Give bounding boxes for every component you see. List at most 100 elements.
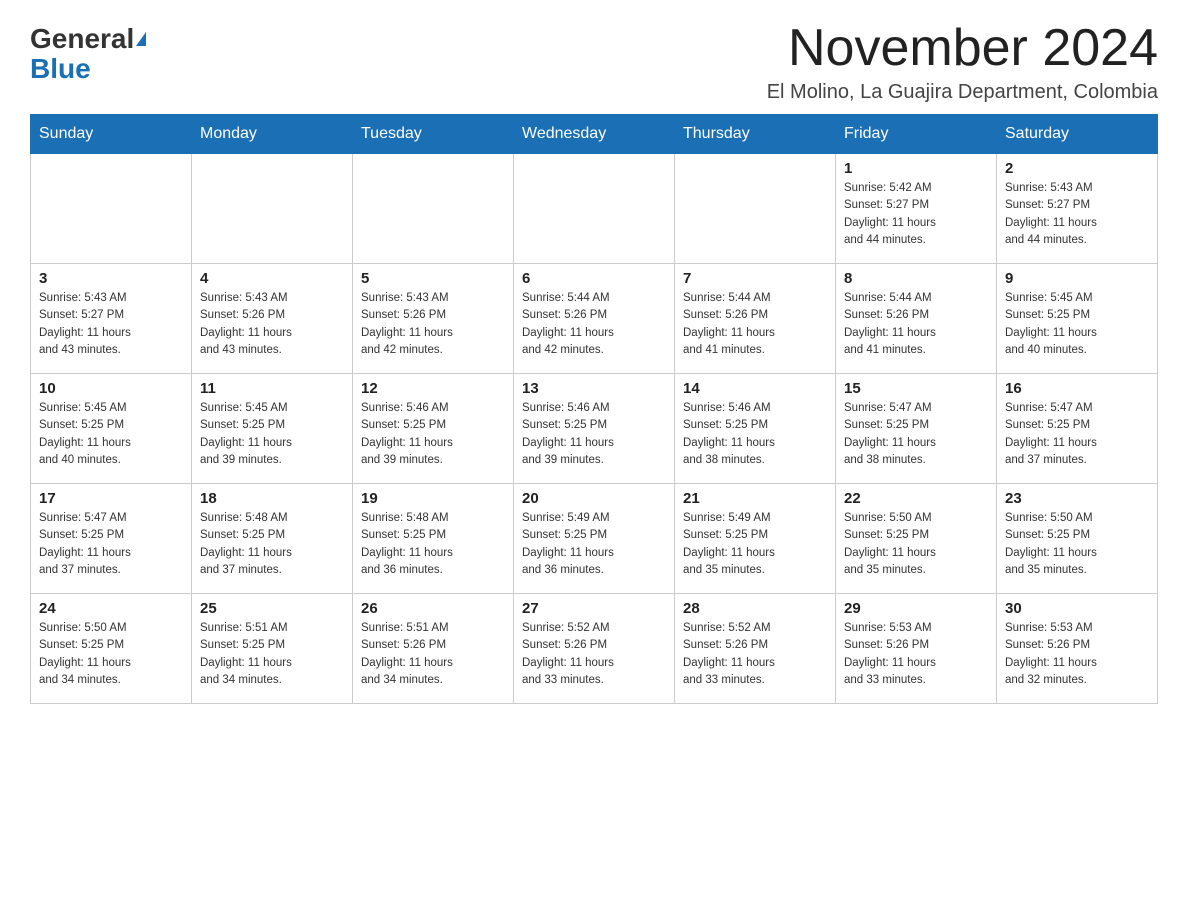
calendar-cell: 19 Sunrise: 5:48 AMSunset: 5:25 PMDayligh…	[353, 484, 514, 594]
calendar-cell: 22Sunrise: 5:50 AMSunset: 5:25 PMDayligh…	[836, 484, 997, 594]
calendar-cell: 4Sunrise: 5:43 AMSunset: 5:26 PMDaylight…	[192, 264, 353, 374]
day-info: Sunrise: 5:53 AMSunset: 5:26 PMDaylight:…	[844, 620, 988, 689]
calendar-cell: 25 Sunrise: 5:51 AMSunset: 5:25 PMDayligh…	[192, 594, 353, 704]
day-info: Sunrise: 5:46 AMSunset: 5:25 PMDaylight:…	[361, 400, 505, 469]
calendar-cell	[514, 154, 675, 264]
day-info: Sunrise: 5:43 AMSunset: 5:26 PMDaylight:…	[361, 290, 505, 359]
day-number: 10	[39, 380, 183, 397]
day-number: 6	[522, 270, 666, 287]
day-info: Sunrise: 5:50 AMSunset: 5:25 PMDaylight:…	[39, 620, 183, 689]
day-info: Sunrise: 5:46 AMSunset: 5:25 PMDaylight:…	[522, 400, 666, 469]
day-info: Sunrise: 5:52 AMSunset: 5:26 PMDaylight:…	[522, 620, 666, 689]
day-info: Sunrise: 5:44 AMSunset: 5:26 PMDaylight:…	[844, 290, 988, 359]
day-number: 26	[361, 600, 505, 617]
weekday-header-tuesday: Tuesday	[353, 115, 514, 154]
month-title: November 2024	[767, 20, 1158, 77]
day-number: 23	[1005, 490, 1149, 507]
calendar-cell: 10 Sunrise: 5:45 AMSunset: 5:25 PMDayligh…	[31, 374, 192, 484]
day-info: Sunrise: 5:52 AMSunset: 5:26 PMDaylight:…	[683, 620, 827, 689]
day-info: Sunrise: 5:47 AMSunset: 5:25 PMDaylight:…	[844, 400, 988, 469]
weekday-header-monday: Monday	[192, 115, 353, 154]
calendar-cell: 23Sunrise: 5:50 AMSunset: 5:25 PMDayligh…	[997, 484, 1158, 594]
day-number: 1	[844, 160, 988, 177]
day-info: Sunrise: 5:45 AMSunset: 5:25 PMDaylight:…	[200, 400, 344, 469]
day-number: 16	[1005, 380, 1149, 397]
calendar-cell: 16 Sunrise: 5:47 AMSunset: 5:25 PMDayligh…	[997, 374, 1158, 484]
day-number: 3	[39, 270, 183, 287]
calendar-cell: 29 Sunrise: 5:53 AMSunset: 5:26 PMDayligh…	[836, 594, 997, 704]
calendar-cell: 20 Sunrise: 5:49 AMSunset: 5:25 PMDayligh…	[514, 484, 675, 594]
day-number: 19	[361, 490, 505, 507]
day-number: 13	[522, 380, 666, 397]
calendar-cell: 14 Sunrise: 5:46 AMSunset: 5:25 PMDayligh…	[675, 374, 836, 484]
calendar-week-3: 10 Sunrise: 5:45 AMSunset: 5:25 PMDayligh…	[31, 374, 1158, 484]
calendar-week-4: 17Sunrise: 5:47 AMSunset: 5:25 PMDayligh…	[31, 484, 1158, 594]
day-number: 30	[1005, 600, 1149, 617]
calendar-week-1: 1 Sunrise: 5:42 AMSunset: 5:27 PMDaylight…	[31, 154, 1158, 264]
day-info: Sunrise: 5:42 AMSunset: 5:27 PMDaylight:…	[844, 180, 988, 249]
calendar-cell: 27Sunrise: 5:52 AMSunset: 5:26 PMDayligh…	[514, 594, 675, 704]
day-info: Sunrise: 5:51 AMSunset: 5:26 PMDaylight:…	[361, 620, 505, 689]
calendar-cell: 13 Sunrise: 5:46 AMSunset: 5:25 PMDayligh…	[514, 374, 675, 484]
day-number: 25	[200, 600, 344, 617]
weekday-header-saturday: Saturday	[997, 115, 1158, 154]
calendar-body: 1 Sunrise: 5:42 AMSunset: 5:27 PMDaylight…	[31, 154, 1158, 704]
day-info: Sunrise: 5:45 AMSunset: 5:25 PMDaylight:…	[1005, 290, 1149, 359]
calendar-cell: 8Sunrise: 5:44 AMSunset: 5:26 PMDaylight…	[836, 264, 997, 374]
weekday-header-sunday: Sunday	[31, 115, 192, 154]
day-info: Sunrise: 5:44 AMSunset: 5:26 PMDaylight:…	[522, 290, 666, 359]
day-info: Sunrise: 5:48 AMSunset: 5:25 PMDaylight:…	[361, 510, 505, 579]
day-number: 7	[683, 270, 827, 287]
calendar-cell: 12Sunrise: 5:46 AMSunset: 5:25 PMDayligh…	[353, 374, 514, 484]
page-header: General Blue November 2024 El Molino, La…	[30, 20, 1158, 104]
day-info: Sunrise: 5:43 AMSunset: 5:27 PMDaylight:…	[1005, 180, 1149, 249]
day-number: 21	[683, 490, 827, 507]
day-number: 18	[200, 490, 344, 507]
day-number: 15	[844, 380, 988, 397]
day-number: 5	[361, 270, 505, 287]
day-info: Sunrise: 5:49 AMSunset: 5:25 PMDaylight:…	[522, 510, 666, 579]
day-number: 14	[683, 380, 827, 397]
day-number: 28	[683, 600, 827, 617]
day-number: 29	[844, 600, 988, 617]
calendar-cell	[192, 154, 353, 264]
location: El Molino, La Guajira Department, Colomb…	[767, 81, 1158, 104]
day-info: Sunrise: 5:51 AMSunset: 5:25 PMDaylight:…	[200, 620, 344, 689]
calendar-cell	[353, 154, 514, 264]
day-number: 20	[522, 490, 666, 507]
calendar-header: SundayMondayTuesdayWednesdayThursdayFrid…	[31, 115, 1158, 154]
day-number: 17	[39, 490, 183, 507]
logo: General Blue	[30, 20, 146, 85]
logo-triangle-icon	[136, 32, 146, 46]
calendar-cell	[31, 154, 192, 264]
weekday-header-wednesday: Wednesday	[514, 115, 675, 154]
calendar-week-2: 3Sunrise: 5:43 AMSunset: 5:27 PMDaylight…	[31, 264, 1158, 374]
calendar-cell: 26 Sunrise: 5:51 AMSunset: 5:26 PMDayligh…	[353, 594, 514, 704]
calendar-cell: 1 Sunrise: 5:42 AMSunset: 5:27 PMDaylight…	[836, 154, 997, 264]
day-info: Sunrise: 5:45 AMSunset: 5:25 PMDaylight:…	[39, 400, 183, 469]
day-number: 4	[200, 270, 344, 287]
day-info: Sunrise: 5:44 AMSunset: 5:26 PMDaylight:…	[683, 290, 827, 359]
weekday-header-thursday: Thursday	[675, 115, 836, 154]
day-number: 24	[39, 600, 183, 617]
calendar-table: SundayMondayTuesdayWednesdayThursdayFrid…	[30, 114, 1158, 704]
calendar-cell: 18 Sunrise: 5:48 AMSunset: 5:25 PMDayligh…	[192, 484, 353, 594]
day-info: Sunrise: 5:50 AMSunset: 5:25 PMDaylight:…	[844, 510, 988, 579]
day-info: Sunrise: 5:47 AMSunset: 5:25 PMDaylight:…	[1005, 400, 1149, 469]
calendar-cell: 7 Sunrise: 5:44 AMSunset: 5:26 PMDaylight…	[675, 264, 836, 374]
calendar-cell: 21 Sunrise: 5:49 AMSunset: 5:25 PMDayligh…	[675, 484, 836, 594]
calendar-cell: 28 Sunrise: 5:52 AMSunset: 5:26 PMDayligh…	[675, 594, 836, 704]
calendar-cell: 30Sunrise: 5:53 AMSunset: 5:26 PMDayligh…	[997, 594, 1158, 704]
weekday-header-friday: Friday	[836, 115, 997, 154]
calendar-cell: 2Sunrise: 5:43 AMSunset: 5:27 PMDaylight…	[997, 154, 1158, 264]
day-info: Sunrise: 5:49 AMSunset: 5:25 PMDaylight:…	[683, 510, 827, 579]
calendar-cell: 24 Sunrise: 5:50 AMSunset: 5:25 PMDayligh…	[31, 594, 192, 704]
day-info: Sunrise: 5:48 AMSunset: 5:25 PMDaylight:…	[200, 510, 344, 579]
logo-blue: Blue	[30, 53, 91, 85]
day-info: Sunrise: 5:46 AMSunset: 5:25 PMDaylight:…	[683, 400, 827, 469]
calendar-cell: 15 Sunrise: 5:47 AMSunset: 5:25 PMDayligh…	[836, 374, 997, 484]
calendar-cell: 5 Sunrise: 5:43 AMSunset: 5:26 PMDaylight…	[353, 264, 514, 374]
day-number: 11	[200, 380, 344, 397]
calendar-cell: 11 Sunrise: 5:45 AMSunset: 5:25 PMDayligh…	[192, 374, 353, 484]
calendar-cell	[675, 154, 836, 264]
